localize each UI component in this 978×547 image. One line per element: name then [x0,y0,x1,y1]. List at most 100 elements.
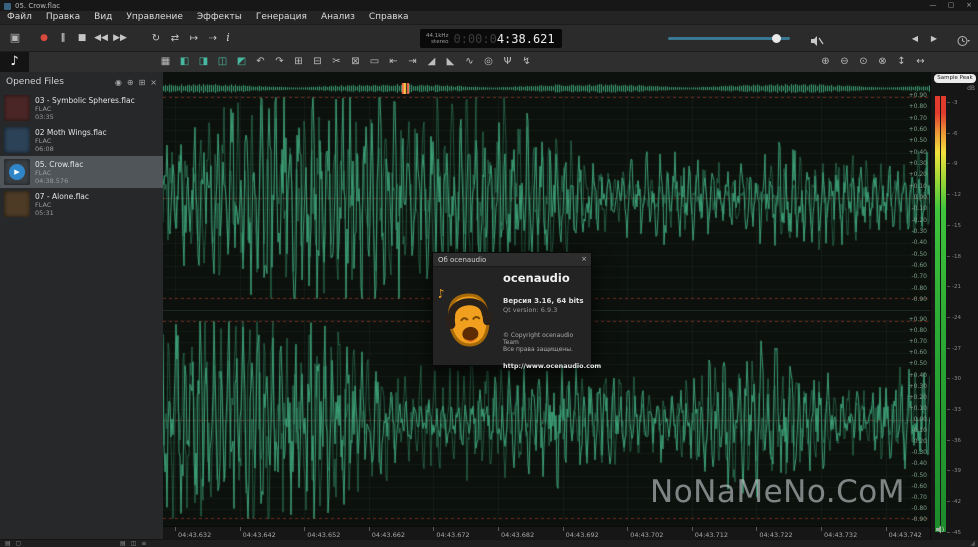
menu-item[interactable]: Файл [0,11,39,24]
split-button[interactable]: ◧ [175,52,194,72]
timeline-label: 04:43.672 [436,531,469,539]
amplitude-scale-label: -0.60 [897,263,927,269]
opened-files-title: Opened Files [6,77,64,87]
volume-slider[interactable] [668,36,790,41]
monitor-button[interactable]: ▣ [6,25,24,51]
repeat-button[interactable]: ↻ [148,33,164,44]
cut-button[interactable]: ✂ [327,52,346,72]
play-from-cursor-button[interactable]: ↦ [186,33,202,44]
info-button[interactable]: i [222,25,234,51]
back-button[interactable]: ◀ [907,34,923,43]
time-display[interactable]: 44.1kHzstereo 0:00:04:38.621 [420,29,562,48]
website-link[interactable]: http://www.ocenaudio.com [503,362,588,370]
forward-button[interactable]: ▶ [926,34,942,43]
join-button[interactable]: ◫ [213,52,232,72]
zoom-in-button[interactable]: ⊕ [816,52,835,72]
delete-button[interactable]: ⊠ [346,52,365,72]
marker-in-button[interactable]: ⇤ [384,52,403,72]
marker-out-button[interactable]: ⇥ [403,52,422,72]
file-list-item[interactable]: 02 Moth Wings.flacFLAC06:08 [0,124,163,156]
overview-bar[interactable] [163,83,930,94]
volume-handle[interactable] [772,34,781,43]
timeline-ruler[interactable]: 04:43.63204:43.64204:43.65204:43.66204:4… [163,526,930,540]
menu-item[interactable]: Анализ [314,11,362,24]
resize-grip[interactable]: ◢ [970,540,975,547]
dialog-close-button[interactable]: × [577,253,591,266]
status-speaker-icon[interactable] [916,540,926,547]
loop-selection-button[interactable]: ⇄ [167,33,183,44]
stop-button[interactable]: ■ [74,33,90,43]
history-clock-icon[interactable] [957,32,970,51]
amplitude-scale-label: +0.60 [897,350,927,356]
menu-item[interactable]: Правка [39,11,87,24]
silence-button[interactable]: ◩ [232,52,251,72]
amplitude-scale-label: -0.30 [897,450,927,456]
file-title: 05. Crow.flac [35,160,83,169]
meter-tick [947,348,950,349]
draw-button[interactable]: ∿ [460,52,479,72]
view-list-button[interactable]: ≡ [141,540,146,547]
close-file-button[interactable]: × [150,78,157,87]
menu-item[interactable]: Генерация [249,11,314,24]
opened-files-panel: Opened Files ◉ ⊕ ⊞ × 03 - Symbolic Spheres.… [0,72,164,539]
zoom-fit-button[interactable]: ⊗ [873,52,892,72]
meter-bar-right [941,96,946,532]
fade-in-button[interactable]: ◢ [422,52,441,72]
timeline-label: 04:43.712 [695,531,728,539]
meter-tick [947,102,950,103]
meter-tick [947,409,950,410]
trim-button[interactable]: ◨ [194,52,213,72]
status-grid-button[interactable]: ▤ [5,540,11,547]
record-file-button[interactable]: ◉ [115,78,122,87]
close-button[interactable]: × [960,0,978,11]
copy-button[interactable]: ⊞ [289,52,308,72]
zoom-selection-button[interactable]: ⊙ [854,52,873,72]
zero-cross-button[interactable]: ◎ [479,52,498,72]
sample-peak-button[interactable]: Sample Peak [934,74,976,83]
fast-forward-button[interactable]: ▶▶ [112,33,128,43]
maximize-button[interactable]: ▢ [942,0,960,11]
mute-icon[interactable] [810,32,824,51]
meter-db-label: -12 [952,192,961,198]
menu-item[interactable]: Справка [362,11,416,24]
status-box-button[interactable]: ▢ [16,540,22,547]
zoom-vertical-button[interactable]: ↕ [892,52,911,72]
menu-item[interactable]: Вид [87,11,119,24]
about-dialog-body: ♪ ocenaudio Версия 3.16, 64 bits Qt vers… [433,267,591,365]
menu-bar: ФайлПравкаВидУправлениеЭффектыГенерацияА… [0,11,978,25]
file-meta: 07 - Alone.flacFLAC05:31 [35,192,89,217]
view-single-button[interactable]: ▤ [120,540,126,547]
autoscroll-button[interactable]: ⇢ [205,33,221,44]
save-button[interactable]: ▦ [156,52,175,72]
amplitude-scale-label: -0.10 [897,206,927,212]
redo-button[interactable]: ↷ [270,52,289,72]
view-split-button[interactable]: ◫ [131,540,137,547]
amplitude-scale-label: +0.30 [897,161,927,167]
zoom-out-button[interactable]: ⊖ [835,52,854,72]
record-button[interactable]: ● [36,33,52,43]
zoom-horizontal-button[interactable]: ↔ [911,52,930,72]
paste-button[interactable]: ⊟ [308,52,327,72]
meter-speaker-icon[interactable] [936,519,947,538]
minimize-button[interactable]: — [924,0,942,11]
add-file-button[interactable]: ⊕ [127,78,134,87]
meter-tick [947,501,950,502]
file-list-item[interactable]: 07 - Alone.flacFLAC05:31 [0,188,163,220]
file-duration: 06:08 [35,145,107,153]
crop-button[interactable]: ▭ [365,52,384,72]
meter-tick [947,133,950,134]
transport-buttons: ●∥■◀◀▶▶ [36,25,128,51]
file-list-item[interactable]: 03 - Symbolic Spheres.flacFLAC03:35 [0,92,163,124]
pause-button[interactable]: ∥ [55,33,71,43]
fade-out-button[interactable]: ◣ [441,52,460,72]
svg-text:♪: ♪ [439,286,445,301]
effect-button[interactable]: ↯ [517,52,536,72]
duplicate-file-button[interactable]: ⊞ [139,78,146,87]
menu-item[interactable]: Эффекты [190,11,249,24]
file-list-item[interactable]: ▶05. Crow.flacFLAC04:38.576 [0,156,163,188]
skip-back-button[interactable]: ◀◀ [93,33,109,43]
spectral-button[interactable]: Ψ [498,52,517,72]
undo-button[interactable]: ↶ [251,52,270,72]
amplitude-scale-label: 0.00 [897,417,927,423]
menu-item[interactable]: Управление [119,11,189,24]
